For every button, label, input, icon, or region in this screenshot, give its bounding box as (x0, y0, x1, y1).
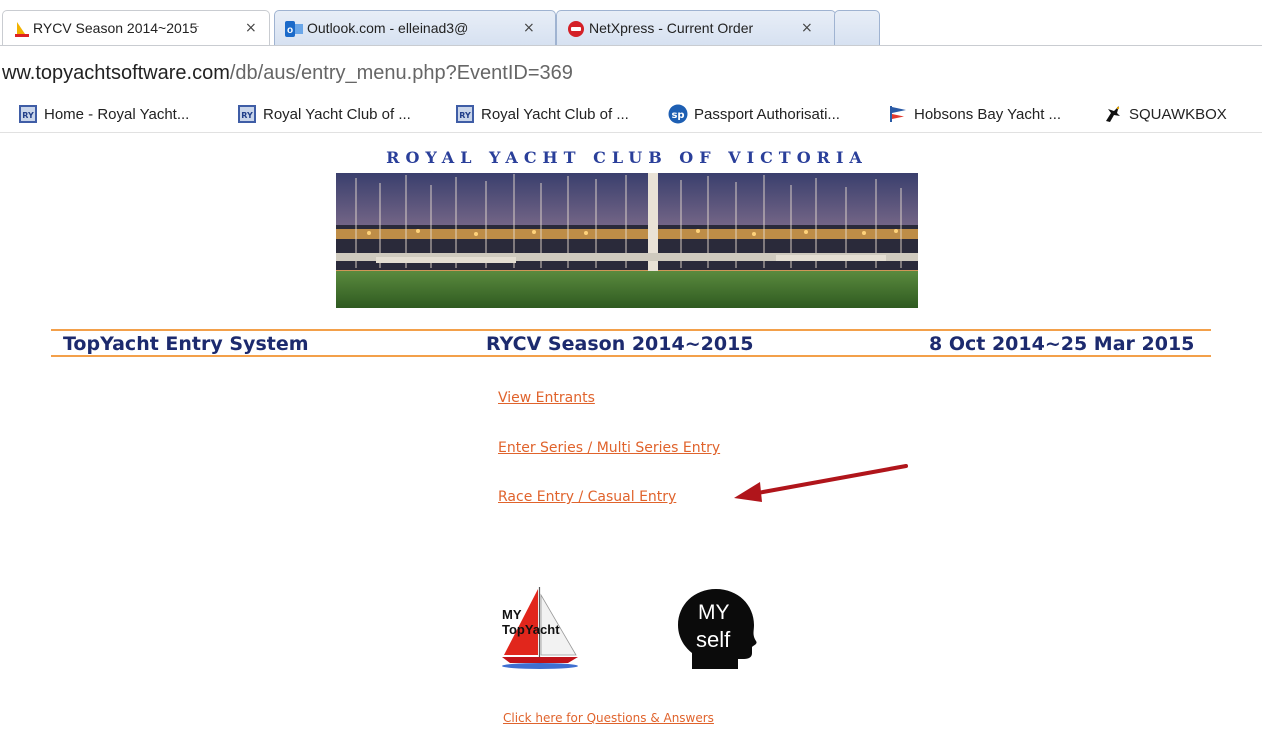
flag-icon (890, 106, 906, 122)
tab-loading-icon: - (195, 19, 200, 33)
series-entry-link[interactable]: Enter Series / Multi Series Entry (498, 440, 720, 456)
tab-close-icon[interactable]: × (245, 20, 257, 36)
url-host: ww.topyachtsoftware.com (2, 62, 230, 84)
tab-close-icon[interactable]: × (801, 20, 813, 36)
url-path: /db/aus/entry_menu.php?EventID=369 (229, 62, 573, 84)
bookmark-label: Home - Royal Yacht... (44, 105, 190, 123)
bookmark-royal-yacht-club-1[interactable]: RY Royal Yacht Club of ... (237, 102, 411, 126)
entry-system-header: TopYacht Entry System RYCV Season 2014~2… (51, 329, 1211, 357)
bird-icon (1106, 106, 1120, 122)
system-name: TopYacht Entry System (63, 333, 309, 355)
address-bar[interactable]: ww.topyachtsoftware.com/db/aus/entry_men… (0, 52, 1262, 92)
url-text[interactable]: ww.topyachtsoftware.com/db/aus/entry_men… (2, 62, 573, 85)
bookmark-hobsons-bay-yacht[interactable]: Hobsons Bay Yacht ... (888, 102, 1061, 126)
sp-icon: sp (668, 104, 688, 124)
view-entrants-link[interactable]: View Entrants (498, 390, 595, 406)
svg-text:RY: RY (22, 111, 34, 120)
bookmark-home-royal-yacht[interactable]: RY Home - Royal Yacht... (18, 102, 189, 126)
netxpress-favicon-icon (568, 21, 584, 37)
ryc-logo-icon: RY (19, 105, 37, 123)
tab-netxpress[interactable]: NetXpress - Current Order × (556, 10, 836, 46)
svg-text:sp: sp (671, 110, 684, 121)
club-title: ROYAL YACHT CLUB OF VICTORIA (386, 148, 868, 167)
bookmarks-bar: RY Home - Royal Yacht... RY Royal Yacht … (0, 96, 1262, 133)
tab-title: RYCV Season 2014~2015 (33, 20, 198, 36)
sailboat-favicon-icon (15, 22, 29, 37)
svg-text:RY: RY (241, 111, 253, 120)
myself-label-self: self (696, 627, 731, 652)
tab-strip-divider (0, 45, 1262, 46)
bookmark-passport-authorisation[interactable]: sp Passport Authorisati... (668, 102, 840, 126)
outlook-favicon-icon: o (285, 21, 303, 37)
tab-title: Outlook.com - elleinad3@ (307, 20, 469, 36)
annotation-arrow-icon (734, 464, 908, 502)
bookmark-label: Royal Yacht Club of ... (481, 105, 629, 123)
bookmark-royal-yacht-club-2[interactable]: RY Royal Yacht Club of ... (455, 102, 629, 126)
bookmark-label: Royal Yacht Club of ... (263, 105, 411, 123)
mytopyacht-label-topyacht: TopYacht (502, 622, 560, 637)
bookmark-label: Passport Authorisati... (694, 105, 840, 123)
ryc-logo-icon: RY (456, 105, 474, 123)
mytopyacht-logo[interactable]: MY TopYacht (498, 585, 580, 671)
race-entry-link[interactable]: Race Entry / Casual Entry (498, 489, 676, 505)
season-name: RYCV Season 2014~2015 (486, 333, 754, 355)
svg-text:o: o (287, 25, 293, 36)
browser-tab-bar: RYCV Season 2014~2015 - × o Outlook.com … (0, 0, 1262, 50)
svg-text:RY: RY (459, 111, 471, 120)
bookmark-label: SQUAWKBOX (1129, 105, 1227, 123)
ryc-logo-icon: RY (238, 105, 256, 123)
bookmark-squawkbox[interactable]: SQUAWKBOX (1103, 102, 1227, 126)
tab-close-icon[interactable]: × (523, 20, 535, 36)
bookmark-label: Hobsons Bay Yacht ... (914, 105, 1062, 123)
questions-answers-link[interactable]: Click here for Questions & Answers (503, 711, 714, 725)
myself-label-my: MY (698, 601, 730, 624)
tab-title: NetXpress - Current Order (589, 20, 754, 36)
tab-rycv[interactable]: RYCV Season 2014~2015 - × (2, 10, 270, 46)
myself-logo[interactable]: MY self (676, 587, 758, 671)
marina-banner-image (336, 173, 918, 308)
tab-outlook[interactable]: o Outlook.com - elleinad3@ × (274, 10, 556, 46)
mytopyacht-label-my: MY (502, 607, 522, 622)
new-tab-button[interactable] (834, 10, 880, 46)
season-dates: 8 Oct 2014~25 Mar 2015 (929, 333, 1195, 355)
